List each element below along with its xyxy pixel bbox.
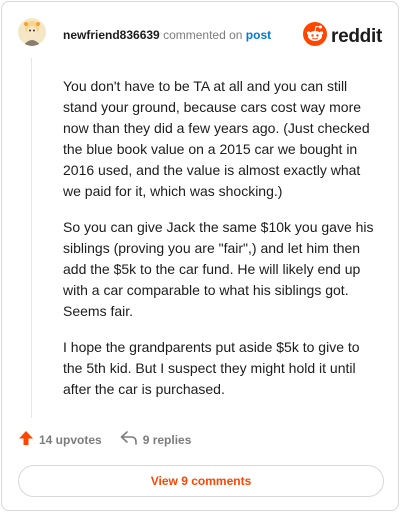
post-link[interactable]: post	[246, 28, 271, 42]
upvote-button[interactable]: 14 upvotes	[18, 430, 102, 449]
replies-button[interactable]: 9 replies	[120, 430, 192, 449]
comment-header: newfriend836639 commented on post reddit	[2, 2, 398, 66]
comment-paragraph-1: You don't have to be TA at all and you c…	[63, 78, 370, 199]
reddit-brand[interactable]: reddit	[303, 22, 382, 51]
comment-paragraph-3: I hope the grandparents put aside $5k to…	[63, 339, 360, 397]
reply-arrow-icon	[120, 430, 138, 449]
avatar-icon[interactable]	[18, 18, 46, 46]
username-link[interactable]: newfriend836639	[63, 28, 160, 42]
reddit-logo-icon	[303, 22, 328, 51]
comment-footer: 14 upvotes 9 replies	[18, 430, 209, 449]
comment-byline: newfriend836639 commented on post	[63, 27, 271, 43]
view-comments-button[interactable]: View 9 comments	[18, 465, 384, 497]
reddit-wordmark: reddit	[331, 25, 382, 47]
comment-body: You don't have to be TA at all and you c…	[63, 76, 381, 415]
reply-count: 9 replies	[142, 432, 192, 447]
comment-paragraph-2: So you can give Jack the same $10k you g…	[63, 219, 374, 319]
upvote-arrow-icon	[18, 430, 34, 449]
commented-on-text: commented on	[163, 28, 243, 42]
upvote-count: 14 upvotes	[39, 432, 102, 447]
comment-card: newfriend836639 commented on post reddit	[1, 1, 399, 511]
thread-line[interactable]	[31, 58, 32, 418]
